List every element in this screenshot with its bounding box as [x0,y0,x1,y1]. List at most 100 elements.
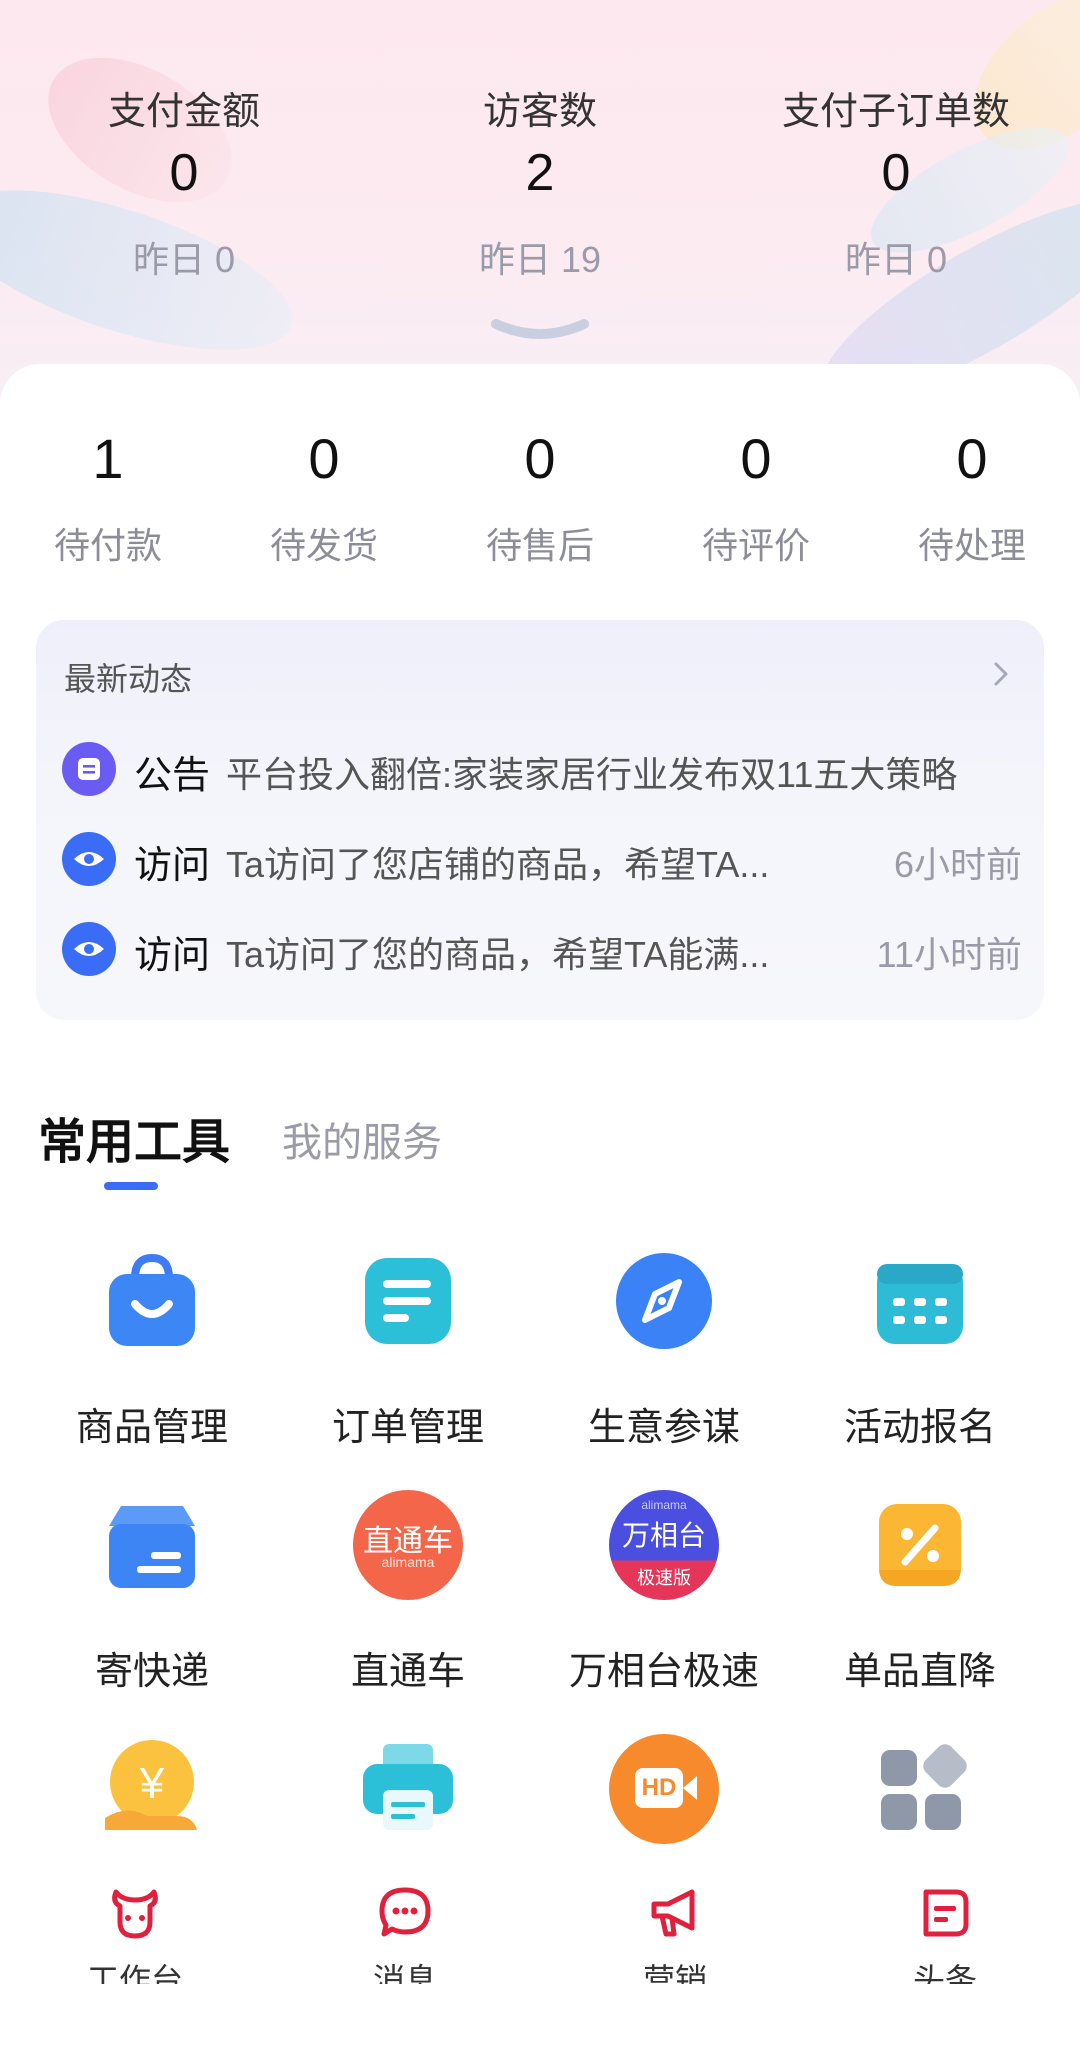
order-pending-payment[interactable]: 1 待付款 [0,426,216,569]
tab-my-services[interactable]: 我的服务 [282,1110,442,1168]
news-icon [923,1889,969,1937]
tool-product-management[interactable]: 商品管理 [24,1246,280,1451]
wanxiangtai-logo-top: alimama [641,1498,687,1512]
camera-lens [683,1776,697,1800]
order-list-icon [353,1246,463,1356]
stat-sub-orders[interactable]: 支付子订单数 0 昨日 0 [736,80,1056,283]
tool-label: 寄快递 [94,1651,209,1693]
stat-value: 2 [525,144,555,202]
more-apps-icon [865,1734,975,1844]
order-count: 1 [92,427,124,490]
stat-yesterday: 昨日 19 [478,239,602,280]
news-time: 11小时前 [876,934,1022,975]
tool-label: 万相台极速 [568,1651,759,1693]
tool-label: 单品直降 [843,1651,996,1693]
nav-workbench[interactable]: 工作台 [0,1884,270,1984]
tool-activity-signup[interactable]: 活动报名 [792,1246,1048,1451]
news-text: 平台投入翻倍:家装家居行业发布双11五大策略 [226,754,958,795]
tool-hd-video[interactable]: HD [536,1734,792,1884]
order-pending-review[interactable]: 0 待评价 [648,426,864,569]
stat-value: 0 [169,144,199,202]
delivery-box-icon [97,1490,207,1600]
tool-label: 商品管理 [75,1407,228,1449]
nav-marketing[interactable]: 营销 [540,1884,810,1984]
tool-label: 订单管理 [331,1407,484,1449]
stats-header: 支付金额 0 昨日 0 访客数 2 昨日 19 支付子订单数 0 昨日 0 [0,0,1080,400]
yuan-hand-icon: ¥ [97,1734,207,1844]
nav-label: 工作台 [86,1962,183,1984]
nav-label: 消息 [372,1962,437,1984]
chat-bubble-icon [379,1887,431,1937]
main-card: 1 待付款 0 待发货 0 待售后 0 待评价 0 待处理 最新动态 公告 平台… [0,364,1080,2064]
shopping-bag-icon [97,1246,207,1356]
announcement-icon [62,742,116,796]
chevron-right-icon[interactable] [992,660,1010,688]
tool-more[interactable] [792,1734,1048,1884]
tool-send-express[interactable]: 寄快递 [24,1490,280,1695]
tool-finance[interactable]: ¥ [24,1734,280,1884]
hd-video-icon: HD [609,1734,719,1844]
nav-messages[interactable]: 消息 [270,1884,540,1984]
news-tag: 公告 [134,755,211,797]
stat-payment-amount[interactable]: 支付金额 0 昨日 0 [24,80,344,283]
order-status-row: 1 待付款 0 待发货 0 待售后 0 待评价 0 待处理 [0,426,1080,576]
tool-printer[interactable] [280,1734,536,1884]
news-item[interactable]: 公告 平台投入翻倍:家装家居行业发布双11五大策略 [62,738,1022,798]
news-item[interactable]: 访问 Ta访问了您的商品，希望TA能满... 11小时前 [62,918,1022,978]
hd-label: HD [635,1768,683,1808]
order-label: 待发货 [269,525,378,566]
order-pending-shipment[interactable]: 0 待发货 [216,426,432,569]
active-tab-indicator [104,1182,158,1190]
megaphone-icon [651,1889,695,1937]
news-item[interactable]: 访问 Ta访问了您店铺的商品，希望TA... 6小时前 [62,828,1022,888]
order-label: 待处理 [917,525,1026,566]
news-time: 6小时前 [893,844,1022,885]
order-count: 0 [740,427,772,490]
tab-common-tools[interactable]: 常用工具 [38,1102,230,1172]
latest-news-panel[interactable]: 最新动态 公告 平台投入翻倍:家装家居行业发布双11五大策略 访问 Ta访问了您… [36,620,1044,1020]
tool-label: 直通车 [350,1651,465,1693]
stat-label: 支付子订单数 [781,91,1010,133]
calendar-icon [865,1246,975,1356]
bull-head-icon [112,1889,158,1939]
order-label: 待评价 [701,525,810,566]
stat-label: 支付金额 [107,91,260,133]
tool-wanxiangtai[interactable]: alimama 万相台 极速版 万相台极速 [536,1490,792,1695]
tool-label: 活动报名 [843,1407,996,1449]
news-title: 最新动态 [64,661,193,697]
news-text: Ta访问了您店铺的商品，希望TA... [226,844,770,885]
news-tag: 访问 [134,845,211,887]
wanxiangtai-badge: 极速版 [637,1568,691,1588]
tool-order-management[interactable]: 订单管理 [280,1246,536,1451]
zhitongche-logo-sub: alimama [381,1554,435,1570]
eye-icon [62,832,116,886]
tool-label: 生意参谋 [587,1407,740,1449]
compass-icon [609,1246,719,1356]
order-label: 待售后 [485,525,594,566]
order-label: 待付款 [53,525,162,566]
yuan-symbol: ¥ [139,1759,165,1808]
news-text: Ta访问了您的商品，希望TA能满... [226,934,770,975]
order-after-sales[interactable]: 0 待售后 [432,426,648,569]
nav-label: 营销 [642,1962,707,1984]
stat-visitors[interactable]: 访客数 2 昨日 19 [380,80,700,283]
stat-label: 访客数 [482,91,597,133]
printer-icon [353,1734,463,1844]
tool-zhitongche[interactable]: 直通车 alimama 直通车 [280,1490,536,1695]
eye-icon [62,922,116,976]
nav-label: 头条 [912,1962,977,1984]
bottom-nav: 工作台 消息 营销 头条 [0,1868,1080,1984]
wanxiangtai-logo-text: 万相台 [621,1520,706,1551]
order-count: 0 [524,427,556,490]
tool-business-advisor[interactable]: 生意参谋 [536,1246,792,1451]
nav-headlines[interactable]: 头条 [810,1884,1080,1984]
news-tag: 访问 [134,935,211,977]
discount-coupon-icon [865,1490,975,1600]
stat-yesterday: 昨日 0 [132,239,236,280]
expand-chevron-icon[interactable] [490,318,590,344]
stat-value: 0 [881,144,911,202]
tool-price-cut[interactable]: 单品直降 [792,1490,1048,1695]
order-count: 0 [956,427,988,490]
order-pending-handling[interactable]: 0 待处理 [864,426,1080,569]
stat-yesterday: 昨日 0 [844,239,948,280]
